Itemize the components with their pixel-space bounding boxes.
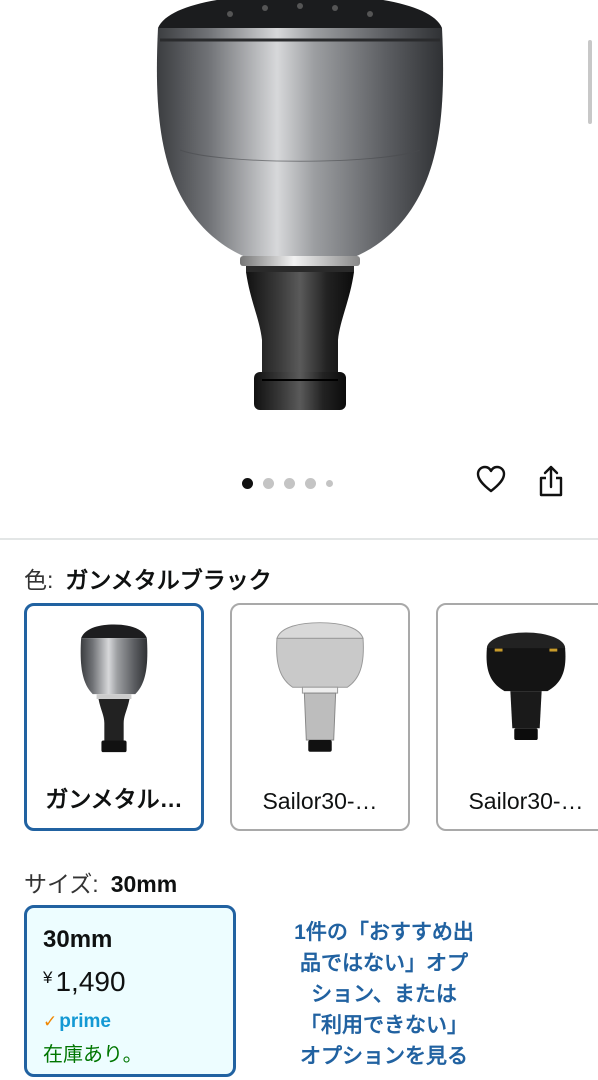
color-option-sailor30-black[interactable]: Sailor30-…: [436, 603, 598, 831]
size-selected-value: 30mm: [110, 871, 178, 897]
color-option-label: Sailor30-…: [262, 788, 378, 814]
color-option-label: ガンメタル…: [45, 786, 183, 812]
carousel-dot[interactable]: [305, 478, 316, 489]
unavailable-link-line: 1件の「おすすめ出: [294, 921, 474, 944]
carousel-dot[interactable]: [284, 478, 295, 489]
prime-label: prime: [59, 1011, 111, 1032]
size-option-price: ¥1,490: [43, 966, 126, 998]
unavailable-link-line: 品ではない」オプ: [300, 952, 468, 975]
color-option-label: Sailor30-…: [468, 788, 584, 814]
page-scrollbar[interactable]: [588, 40, 592, 124]
wishlist-button[interactable]: [476, 465, 516, 505]
color-option-sailor30-silver[interactable]: Sailor30-…: [230, 603, 410, 831]
color-variation-label: 色: ガンメタルブラック: [24, 561, 272, 595]
size-label: サイズ:: [24, 871, 99, 897]
color-label: 色:: [24, 567, 54, 593]
color-selected-value: ガンメタルブラック: [65, 567, 272, 593]
currency-symbol: ¥: [43, 968, 53, 987]
carousel-dot[interactable]: [326, 480, 333, 487]
unavailable-link-line: 「利用できない」: [300, 1014, 468, 1037]
share-button[interactable]: [537, 465, 577, 505]
prime-check-icon: ✓: [43, 1012, 58, 1031]
product-image-carousel[interactable]: [0, 0, 598, 540]
product-image[interactable]: [0, 0, 598, 540]
carousel-dot[interactable]: [242, 478, 253, 489]
stock-status: 在庫あり。: [43, 1044, 143, 1066]
price-value: 1,490: [55, 966, 126, 997]
carousel-dot[interactable]: [263, 478, 274, 489]
color-option-thumbnail: [486, 632, 566, 741]
size-option-30mm[interactable]: 30mm ¥1,490 ✓ prime 在庫あり。: [24, 905, 236, 1077]
section-divider: [0, 538, 598, 540]
unavailable-options-link[interactable]: 1件の「おすすめ出 品ではない」オプ ション、または 「利用できない」 オプショ…: [274, 917, 494, 1072]
color-option-thumbnail: [276, 622, 364, 752]
prime-badge: ✓ prime: [43, 1011, 111, 1033]
heart-icon: [476, 465, 506, 493]
carousel-indicator: [242, 478, 333, 489]
size-option-name: 30mm: [43, 926, 113, 953]
color-option-thumbnail: [80, 624, 148, 753]
color-option-gunmetal[interactable]: ガンメタル…: [24, 603, 204, 831]
unavailable-link-line: ション、または: [311, 983, 457, 1006]
size-variation-label: サイズ: 30mm: [24, 865, 177, 899]
unavailable-link-line: オプションを見る: [300, 1045, 468, 1068]
share-icon: [539, 465, 563, 497]
